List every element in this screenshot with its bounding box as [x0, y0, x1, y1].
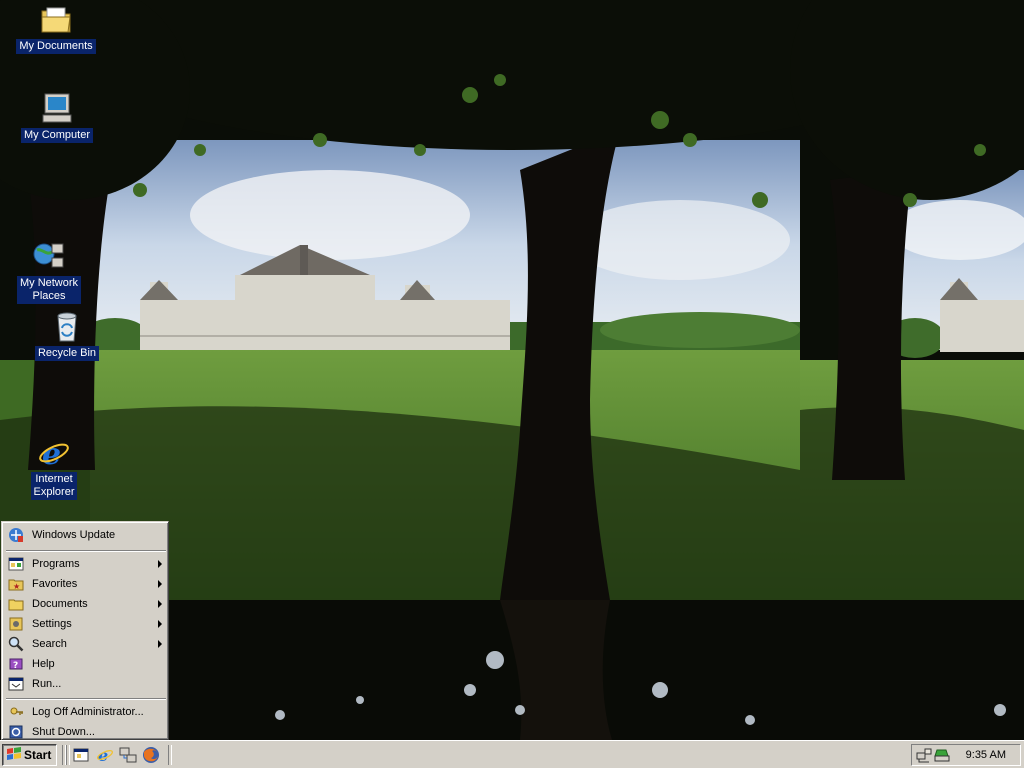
- start-menu-item-help[interactable]: ? Help: [5, 654, 167, 674]
- documents-icon: [7, 595, 25, 613]
- desktop-icon-label: My Network Places: [16, 276, 82, 304]
- start-menu-item-search[interactable]: Search: [5, 634, 167, 654]
- submenu-arrow-icon: [158, 600, 162, 608]
- network-places-icon: [32, 240, 66, 274]
- start-menu-item-log-off[interactable]: Log Off Administrator...: [5, 702, 167, 722]
- printer-icon[interactable]: [934, 747, 950, 766]
- start-menu-separator: [6, 698, 166, 700]
- start-menu-item-label: Search: [32, 638, 67, 650]
- taskbar: Start e 9:35 AM: [0, 740, 1024, 768]
- desktop-icon-label: My Computer: [20, 128, 94, 143]
- start-menu-item-label: Favorites: [32, 578, 78, 590]
- desktop-icon-internet-explorer[interactable]: e Internet Explorer: [9, 436, 99, 500]
- search-icon: [7, 635, 25, 653]
- start-menu-item-label: Settings: [32, 618, 72, 630]
- desktop-icon-recycle-bin[interactable]: Recycle Bin: [22, 310, 112, 361]
- start-menu-item-windows-update[interactable]: Windows Update: [5, 525, 167, 545]
- start-menu-item-label: Run...: [32, 678, 62, 690]
- desktop-icon-label: My Documents: [16, 39, 96, 54]
- start-menu-item-label: Log Off Administrator...: [32, 706, 144, 718]
- submenu-arrow-icon: [158, 640, 162, 648]
- system-tray: 9:35 AM: [911, 744, 1021, 766]
- submenu-arrow-icon: [158, 560, 162, 568]
- start-button-label: Start: [24, 748, 52, 762]
- log-off-icon: [7, 703, 25, 721]
- start-menu-item-label: Windows Update: [32, 529, 116, 541]
- desktop-icon-label: Recycle Bin: [34, 346, 100, 361]
- internet-explorer-icon[interactable]: e: [96, 746, 114, 765]
- windows-update-icon: [7, 526, 25, 544]
- start-menu-item-settings[interactable]: Settings: [5, 614, 167, 634]
- run-icon: [7, 675, 25, 693]
- desktop-icon-my-computer[interactable]: My Computer: [12, 92, 102, 143]
- label-line: Places: [32, 290, 66, 302]
- svg-text:★: ★: [13, 582, 20, 591]
- network-icon[interactable]: [119, 746, 137, 764]
- start-menu-item-documents[interactable]: Documents: [5, 594, 167, 614]
- label-line: My Network: [19, 277, 79, 289]
- label-line: Explorer: [33, 486, 75, 498]
- folder-icon: [39, 3, 73, 37]
- start-menu-item-label: Help: [32, 658, 55, 670]
- taskbar-clock[interactable]: 9:35 AM: [966, 749, 1006, 761]
- programs-icon: [7, 555, 25, 573]
- start-menu-item-run[interactable]: Run...: [5, 674, 167, 694]
- desktop-icon-my-network-places[interactable]: My Network Places: [4, 240, 94, 304]
- computer-icon: [40, 92, 74, 126]
- start-menu-item-label: Documents: [32, 598, 88, 610]
- submenu-arrow-icon: [158, 620, 162, 628]
- internet-explorer-icon: e: [37, 436, 71, 470]
- start-menu-separator: [6, 550, 166, 552]
- show-desktop-icon[interactable]: [72, 746, 90, 764]
- start-menu-item-shut-down[interactable]: Shut Down...: [5, 722, 167, 742]
- settings-icon: [7, 615, 25, 633]
- shut-down-icon: [7, 723, 25, 741]
- firefox-icon[interactable]: [142, 746, 160, 764]
- svg-text:e: e: [42, 437, 61, 470]
- start-menu-item-programs[interactable]: Programs: [5, 554, 167, 574]
- windows-logo-icon: [6, 746, 22, 764]
- help-icon: ?: [7, 655, 25, 673]
- taskbar-separator: [66, 745, 70, 765]
- desktop-icon-my-documents[interactable]: My Documents: [11, 3, 101, 54]
- favorites-icon: ★: [7, 575, 25, 593]
- recycle-bin-icon: [50, 310, 84, 344]
- start-menu-item-label: Shut Down...: [32, 726, 95, 738]
- taskbar-separator: [168, 745, 172, 765]
- svg-text:?: ?: [13, 661, 18, 671]
- desktop-icon-label: Internet Explorer: [30, 472, 78, 500]
- label-line: Internet: [35, 473, 73, 485]
- start-menu-item-label: Programs: [32, 558, 80, 570]
- start-menu-item-favorites[interactable]: ★ Favorites: [5, 574, 167, 594]
- start-menu: Windows Update Programs ★ Favorites Docu…: [1, 521, 169, 740]
- network-connection-icon[interactable]: [916, 747, 932, 766]
- start-button[interactable]: Start: [2, 744, 57, 766]
- submenu-arrow-icon: [158, 580, 162, 588]
